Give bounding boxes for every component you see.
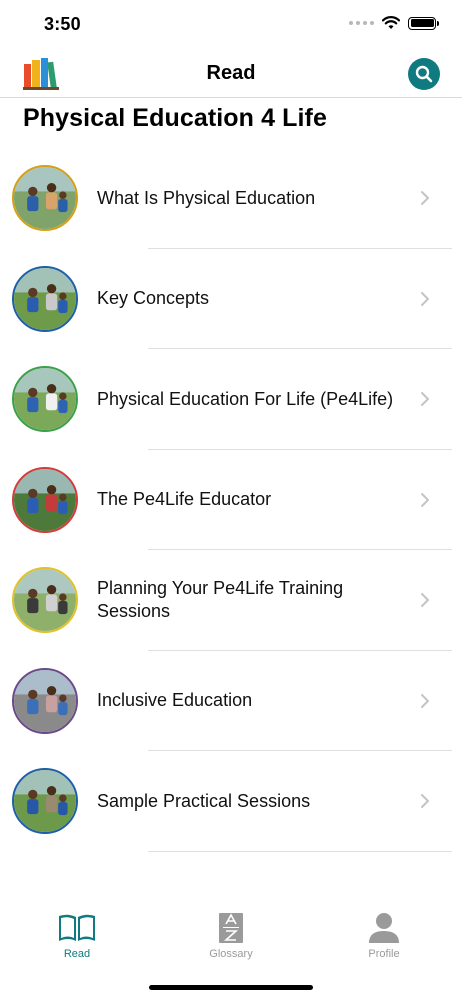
wifi-icon: [382, 16, 400, 29]
list-item[interactable]: What Is Physical Education: [0, 148, 462, 249]
chapter-thumbnail: [12, 667, 78, 734]
chapter-thumbnail: [12, 567, 78, 634]
navigation-bar: Read: [0, 50, 462, 98]
chapter-photo: [14, 368, 76, 431]
chevron-right-icon: [421, 794, 429, 809]
chapter-title: The Pe4Life Educator: [97, 489, 272, 510]
nav-title: Read: [206, 62, 256, 84]
chevron-right-icon: [421, 191, 429, 206]
tab-profile[interactable]: Profile: [334, 912, 434, 960]
search-icon: [415, 65, 433, 83]
status-time: 3:50: [44, 14, 81, 34]
chapter-list: What Is Physical Education Key Concepts Ph…: [0, 148, 462, 852]
chapter-photo: [14, 167, 76, 230]
tab-read-label: Read: [63, 948, 91, 960]
list-item[interactable]: Sample Practical Sessions: [0, 751, 462, 852]
page-title: Physical Education 4 Life: [23, 104, 327, 132]
chapter-title: Key Concepts: [97, 288, 210, 309]
list-item[interactable]: Inclusive Education: [0, 651, 462, 752]
search-button[interactable]: [408, 58, 440, 90]
chevron-right-icon: [421, 291, 429, 306]
status-icons: [349, 16, 439, 30]
list-item[interactable]: The Pe4Life Educator: [0, 450, 462, 551]
chapter-thumbnail: [12, 366, 78, 433]
list-item[interactable]: Planning Your Pe4Life Training Sessions: [0, 550, 462, 651]
chevron-right-icon: [421, 593, 429, 608]
tab-glossary-label: Glossary: [209, 948, 253, 960]
chapter-photo: [14, 267, 76, 330]
cellular-signal-icon: [349, 21, 374, 25]
chapter-photo: [14, 468, 76, 531]
glossary-icon: [219, 913, 243, 943]
list-item[interactable]: Physical Education For Life (Pe4Life): [0, 349, 462, 450]
chevron-right-icon: [421, 392, 429, 407]
chapter-thumbnail: [12, 768, 78, 835]
chapter-title: Sample Practical Sessions: [97, 790, 311, 811]
tab-read[interactable]: Read: [27, 912, 127, 960]
chapter-title: Planning Your Pe4Life Training Sessions: [97, 578, 344, 622]
chevron-right-icon: [421, 492, 429, 507]
chapter-thumbnail: [12, 466, 78, 533]
chapter-thumbnail: [12, 265, 78, 332]
chapter-thumbnail: [12, 165, 78, 232]
list-item[interactable]: Key Concepts: [0, 249, 462, 350]
chapter-photo: [14, 669, 76, 732]
battery-icon: [408, 16, 439, 30]
chapter-photo: [14, 770, 76, 833]
chapter-title: Physical Education For Life (Pe4Life): [97, 388, 394, 409]
tab-profile-label: Profile: [368, 948, 400, 960]
status-bar: 3:50: [0, 0, 462, 50]
person-icon: [369, 913, 399, 943]
home-indicator: [149, 985, 313, 990]
chapter-title: What Is Physical Education: [97, 187, 316, 208]
chevron-right-icon: [421, 693, 429, 708]
book-icon: [59, 914, 95, 941]
tab-glossary[interactable]: Glossary: [181, 912, 281, 960]
chapter-photo: [14, 569, 76, 632]
chapter-title: Inclusive Education: [97, 690, 253, 711]
